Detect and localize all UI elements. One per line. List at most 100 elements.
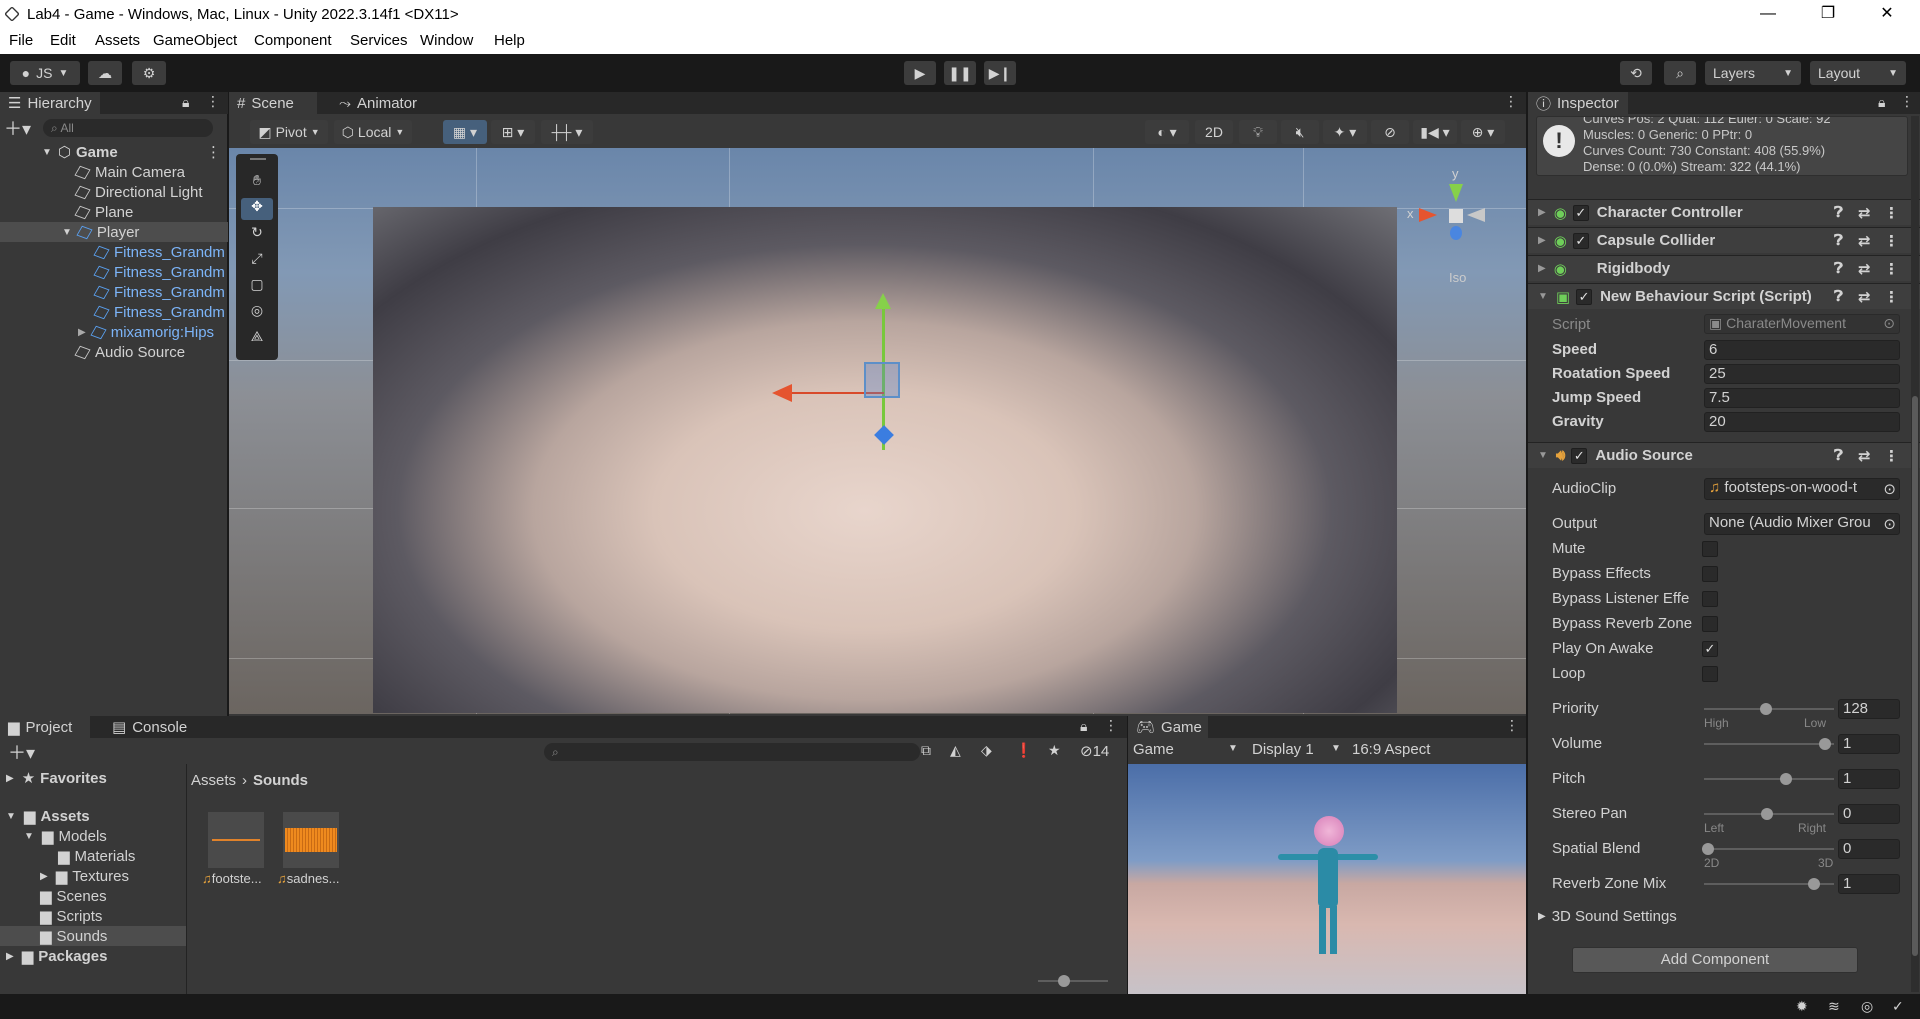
enabled-checkbox[interactable]: ✓ <box>1572 204 1589 221</box>
icon-size-slider[interactable] <box>1038 980 1108 982</box>
tree-scripts[interactable]: ▆ Scripts <box>0 906 186 926</box>
menu-services[interactable]: Services <box>350 32 408 49</box>
search-by-type-icon[interactable]: ⧉ <box>921 742 931 759</box>
expand-arrow-icon[interactable]: ▼ <box>24 831 34 842</box>
more-menu-icon[interactable]: ⋮ <box>1884 288 1899 306</box>
preset-icon[interactable]: ⇄ <box>1858 232 1871 250</box>
hierarchy-item[interactable]: Main Camera <box>0 162 228 182</box>
bypass-effects-checkbox[interactable] <box>1702 566 1718 582</box>
player-gizmo[interactable] <box>864 362 900 398</box>
transform-tool-icon[interactable]: ◎ <box>241 302 273 324</box>
bypass-reverb-checkbox[interactable] <box>1702 616 1718 632</box>
tree-assets[interactable]: ▼ ▆ Assets <box>0 806 186 826</box>
enabled-checkbox[interactable]: ✓ <box>1576 288 1593 305</box>
pause-button[interactable]: ❚❚ <box>944 61 976 85</box>
audio-toggle[interactable]: 🔇︎ <box>1281 120 1319 144</box>
tab-console[interactable]: ▤ Console <box>104 716 195 738</box>
account-dropdown[interactable]: ● JS ▼ <box>10 61 80 85</box>
expand-arrow-icon[interactable]: ▶ <box>78 327 86 338</box>
menu-assets[interactable]: Assets <box>95 32 140 49</box>
project-search-input[interactable]: ⌕ <box>544 743 920 761</box>
camera-settings-button[interactable]: ▮◀ ▾ <box>1413 120 1457 144</box>
expand-arrow-icon[interactable]: ▼ <box>42 147 52 158</box>
priority-field[interactable]: 128 <box>1838 699 1900 719</box>
custom-tool-icon[interactable]: ⟁ <box>241 328 273 350</box>
gizmo-y-cone[interactable] <box>1449 184 1463 202</box>
expand-arrow-icon[interactable]: ▶ <box>1538 235 1546 246</box>
jump-speed-field[interactable]: 7.5 <box>1704 388 1900 408</box>
pivot-dropdown[interactable]: ◩ Pivot ▼ <box>250 120 328 144</box>
filter-type-icon[interactable]: ◭ <box>950 742 961 759</box>
gizmo-z-cone[interactable] <box>1450 226 1462 240</box>
tree-models[interactable]: ▼ ▆ Models <box>0 826 186 846</box>
add-component-button[interactable]: Add Component <box>1572 947 1858 973</box>
hierarchy-item[interactable]: Fitness_Grandm <box>0 302 228 322</box>
close-button[interactable]: ✕ <box>1864 0 1910 28</box>
hand-tool-icon[interactable]: ✋︎ <box>241 172 273 194</box>
lock-icon[interactable]: 🔒︎ <box>1080 718 1087 735</box>
scale-tool-icon[interactable]: ⤢ <box>241 250 273 272</box>
local-dropdown[interactable]: ⬡ Local ▼ <box>334 120 412 144</box>
tab-game[interactable]: 🎮︎ Game <box>1128 716 1208 738</box>
history-button[interactable]: ⟲ <box>1620 61 1652 85</box>
spatial-blend-slider[interactable] <box>1704 848 1834 850</box>
more-menu-icon[interactable]: ⋮ <box>1884 447 1899 465</box>
cloud-button[interactable]: ☁ <box>88 61 122 85</box>
add-icon[interactable]: ＋▾ <box>4 115 31 141</box>
game-viewport[interactable] <box>1128 764 1526 994</box>
palette-handle[interactable] <box>250 158 266 160</box>
tree-packages[interactable]: ▶ ▆ Packages <box>0 946 186 966</box>
expand-arrow-icon[interactable]: ▶ <box>1538 207 1546 218</box>
draw-mode-button[interactable]: ◐ ▾ <box>1145 120 1189 144</box>
priority-slider-knob[interactable] <box>1760 703 1772 715</box>
progress-check-icon[interactable]: ✓ <box>1892 998 1904 1015</box>
expand-arrow-icon[interactable]: ▶ <box>1538 911 1546 922</box>
chevron-down-icon[interactable]: ▼ <box>1331 743 1341 754</box>
scrollbar-thumb[interactable] <box>1912 396 1918 956</box>
lock-icon[interactable]: 🔒︎ <box>182 94 189 111</box>
help-icon[interactable]: ❓︎ <box>1834 232 1843 249</box>
collab-button[interactable]: ⚙ <box>132 61 166 85</box>
preset-icon[interactable]: ⇄ <box>1858 447 1871 465</box>
expand-arrow-icon[interactable]: ▼ <box>6 811 16 822</box>
tree-materials[interactable]: ▆ Materials <box>0 846 186 866</box>
expand-arrow-icon[interactable]: ▶ <box>1538 263 1546 274</box>
menu-gameobject[interactable]: GameObject <box>153 32 237 49</box>
object-picker-icon[interactable]: ⊙ <box>1883 515 1896 533</box>
game-mode-dropdown[interactable]: Game <box>1133 741 1174 758</box>
play-on-awake-checkbox[interactable]: ✓ <box>1702 641 1718 657</box>
tree-scenes[interactable]: ▆ Scenes <box>0 886 186 906</box>
lock-icon[interactable]: 🔒︎ <box>1878 94 1885 111</box>
tab-project[interactable]: ▆ Project <box>0 716 90 738</box>
tree-textures[interactable]: ▶ ▆ Textures <box>0 866 186 886</box>
bypass-listener-checkbox[interactable] <box>1702 591 1718 607</box>
file-label[interactable]: ♫footste... <box>202 871 262 886</box>
move-tool-icon[interactable]: ✥ <box>241 198 273 220</box>
layers-stack-icon[interactable]: ≋ <box>1828 998 1840 1015</box>
audio-file-thumbnail[interactable] <box>208 812 264 868</box>
help-icon[interactable]: ❓︎ <box>1834 288 1843 305</box>
gizmo-center[interactable] <box>1449 209 1463 223</box>
hierarchy-scene-row[interactable]: ▼ ⬡ Game ⋮ <box>0 142 228 162</box>
more-menu-icon[interactable]: ⋮ <box>206 143 221 161</box>
tree-favorites[interactable]: ▶ ★ Favorites <box>0 768 186 788</box>
rect-tool-icon[interactable]: ▢ <box>241 276 273 298</box>
rotate-tool-icon[interactable]: ↻ <box>241 224 273 246</box>
chevron-down-icon[interactable]: ▼ <box>1228 743 1238 754</box>
menu-window[interactable]: Window <box>420 32 473 49</box>
file-label[interactable]: ♫sadnes... <box>277 871 340 886</box>
warning-icon[interactable]: ❗ <box>1015 742 1032 759</box>
volume-field[interactable]: 1 <box>1838 734 1900 754</box>
component-capsule-collider[interactable]: ▶ ◉ ✓ Capsule Collider ❓︎ ⇄ ⋮ <box>1528 227 1920 253</box>
component-behaviour-script[interactable]: ▼ ▣ ✓ New Behaviour Script (Script) ❓︎ ⇄ ⋮ <box>1528 283 1920 309</box>
tab-animator[interactable]: ⤳ Animator <box>331 92 425 114</box>
volume-slider[interactable] <box>1704 743 1834 745</box>
increment-snap-button[interactable]: ⊞ ▾ <box>491 120 535 144</box>
minimize-button[interactable]: — <box>1745 0 1791 28</box>
debug-icon[interactable]: ✹ <box>1796 998 1808 1015</box>
output-field[interactable]: None (Audio Mixer Grou ⊙ <box>1704 513 1900 535</box>
loop-checkbox[interactable] <box>1702 666 1718 682</box>
search-button[interactable]: ⌕ <box>1664 61 1696 85</box>
lighting-toggle[interactable]: 💡︎ <box>1239 120 1277 144</box>
breadcrumb-assets[interactable]: Assets <box>191 772 236 789</box>
